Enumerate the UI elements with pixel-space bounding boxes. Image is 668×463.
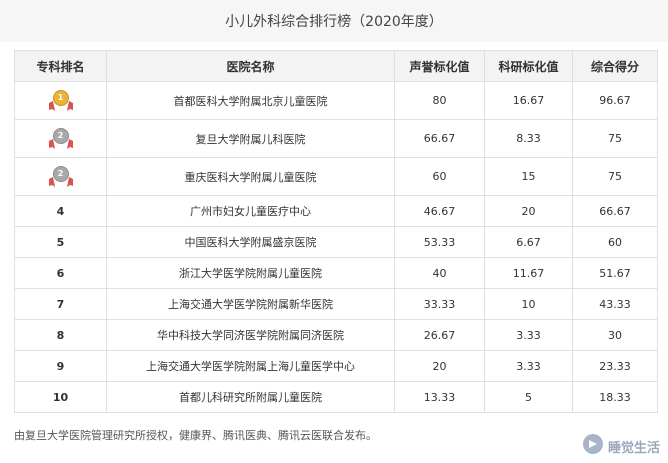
watermark: 睡觉生活 bbox=[582, 433, 660, 459]
rank-cell: 6 bbox=[14, 257, 107, 289]
header-research[interactable]: 科研标化值 bbox=[484, 50, 573, 82]
source-footnote: 由复旦大学医院管理研究所授权，健康界、腾讯医典、腾讯云医联合发布。 bbox=[14, 429, 377, 442]
research-cell: 11.67 bbox=[484, 257, 573, 289]
reputation-cell: 66.67 bbox=[394, 119, 485, 158]
header-rank[interactable]: 专科排名 bbox=[14, 50, 107, 82]
score-cell: 43.33 bbox=[572, 288, 658, 320]
reputation-cell: 20 bbox=[394, 350, 485, 382]
medal-rank-number: 2 bbox=[57, 168, 64, 178]
research-cell: 5 bbox=[484, 381, 573, 413]
score-cell: 60 bbox=[572, 226, 658, 258]
score-cell: 30 bbox=[572, 319, 658, 351]
hospital-name-cell: 首都医科大学附属北京儿童医院 bbox=[106, 81, 395, 120]
table-row[interactable]: 2 复旦大学附属儿科医院 66.67 8.33 75 bbox=[14, 119, 658, 158]
rank-cell: 8 bbox=[14, 319, 107, 351]
table-row[interactable]: 4 广州市妇女儿童医疗中心 46.67 20 66.67 bbox=[14, 195, 658, 227]
table-row[interactable]: 8 华中科技大学同济医学院附属同济医院 26.67 3.33 30 bbox=[14, 319, 658, 351]
header-reputation[interactable]: 声誉标化值 bbox=[394, 50, 485, 82]
score-cell: 18.33 bbox=[572, 381, 658, 413]
research-cell: 8.33 bbox=[484, 119, 573, 158]
rank-cell: 10 bbox=[14, 381, 107, 413]
rank-cell: 5 bbox=[14, 226, 107, 258]
table-row[interactable]: 2 重庆医科大学附属儿童医院 60 15 75 bbox=[14, 157, 658, 196]
research-cell: 3.33 bbox=[484, 350, 573, 382]
reputation-cell: 40 bbox=[394, 257, 485, 289]
reputation-cell: 13.33 bbox=[394, 381, 485, 413]
score-cell: 75 bbox=[572, 157, 658, 196]
medal-rank-number: 1 bbox=[57, 92, 64, 102]
reputation-cell: 53.33 bbox=[394, 226, 485, 258]
table-row[interactable]: 10 首都儿科研究所附属儿童医院 13.33 5 18.33 bbox=[14, 381, 658, 413]
research-cell: 15 bbox=[484, 157, 573, 196]
score-cell: 96.67 bbox=[572, 81, 658, 120]
hospital-name-cell: 重庆医科大学附属儿童医院 bbox=[106, 157, 395, 196]
rank-cell: 2 bbox=[14, 157, 107, 196]
rank-cell: 1 bbox=[14, 81, 107, 120]
table-row[interactable]: 9 上海交通大学医学院附属上海儿童医学中心 20 3.33 23.33 bbox=[14, 350, 658, 382]
hospital-name-cell: 华中科技大学同济医学院附属同济医院 bbox=[106, 319, 395, 351]
header-hospital-name[interactable]: 医院名称 bbox=[106, 50, 395, 82]
reputation-cell: 33.33 bbox=[394, 288, 485, 320]
score-cell: 75 bbox=[572, 119, 658, 158]
table-row[interactable]: 1 首都医科大学附属北京儿童医院 80 16.67 96.67 bbox=[14, 81, 658, 120]
gold-medal-icon: 1 bbox=[46, 89, 76, 113]
rank-cell: 9 bbox=[14, 350, 107, 382]
watermark-logo-icon bbox=[582, 433, 604, 459]
medal-rank-number: 2 bbox=[57, 130, 64, 140]
rank-cell: 2 bbox=[14, 119, 107, 158]
hospital-name-cell: 上海交通大学医学院附属新华医院 bbox=[106, 288, 395, 320]
rank-cell: 4 bbox=[14, 195, 107, 227]
silver-medal-icon: 2 bbox=[46, 127, 76, 151]
research-cell: 6.67 bbox=[484, 226, 573, 258]
hospital-name-cell: 首都儿科研究所附属儿童医院 bbox=[106, 381, 395, 413]
hospital-name-cell: 浙江大学医学院附属儿童医院 bbox=[106, 257, 395, 289]
research-cell: 20 bbox=[484, 195, 573, 227]
hospital-name-cell: 复旦大学附属儿科医院 bbox=[106, 119, 395, 158]
table-header-row: 专科排名 医院名称 声誉标化值 科研标化值 综合得分 bbox=[14, 50, 658, 82]
reputation-cell: 60 bbox=[394, 157, 485, 196]
score-cell: 66.67 bbox=[572, 195, 658, 227]
research-cell: 3.33 bbox=[484, 319, 573, 351]
ranking-table: 专科排名 医院名称 声誉标化值 科研标化值 综合得分 1 首都医科大学附属北京儿… bbox=[14, 50, 658, 413]
table-row[interactable]: 7 上海交通大学医学院附属新华医院 33.33 10 43.33 bbox=[14, 288, 658, 320]
research-cell: 16.67 bbox=[484, 81, 573, 120]
hospital-name-cell: 上海交通大学医学院附属上海儿童医学中心 bbox=[106, 350, 395, 382]
hospital-name-cell: 中国医科大学附属盛京医院 bbox=[106, 226, 395, 258]
reputation-cell: 26.67 bbox=[394, 319, 485, 351]
score-cell: 23.33 bbox=[572, 350, 658, 382]
score-cell: 51.67 bbox=[572, 257, 658, 289]
silver-medal-icon: 2 bbox=[46, 165, 76, 189]
rank-cell: 7 bbox=[14, 288, 107, 320]
table-row[interactable]: 6 浙江大学医学院附属儿童医院 40 11.67 51.67 bbox=[14, 257, 658, 289]
hospital-name-cell: 广州市妇女儿童医疗中心 bbox=[106, 195, 395, 227]
reputation-cell: 46.67 bbox=[394, 195, 485, 227]
watermark-text: 睡觉生活 bbox=[607, 440, 660, 456]
page-title: 小儿外科综合排行榜（2020年度） bbox=[225, 14, 443, 30]
research-cell: 10 bbox=[484, 288, 573, 320]
table-row[interactable]: 5 中国医科大学附属盛京医院 53.33 6.67 60 bbox=[14, 226, 658, 258]
reputation-cell: 80 bbox=[394, 81, 485, 120]
title-bar: 小儿外科综合排行榜（2020年度） bbox=[0, 0, 668, 42]
header-score[interactable]: 综合得分 bbox=[572, 50, 658, 82]
